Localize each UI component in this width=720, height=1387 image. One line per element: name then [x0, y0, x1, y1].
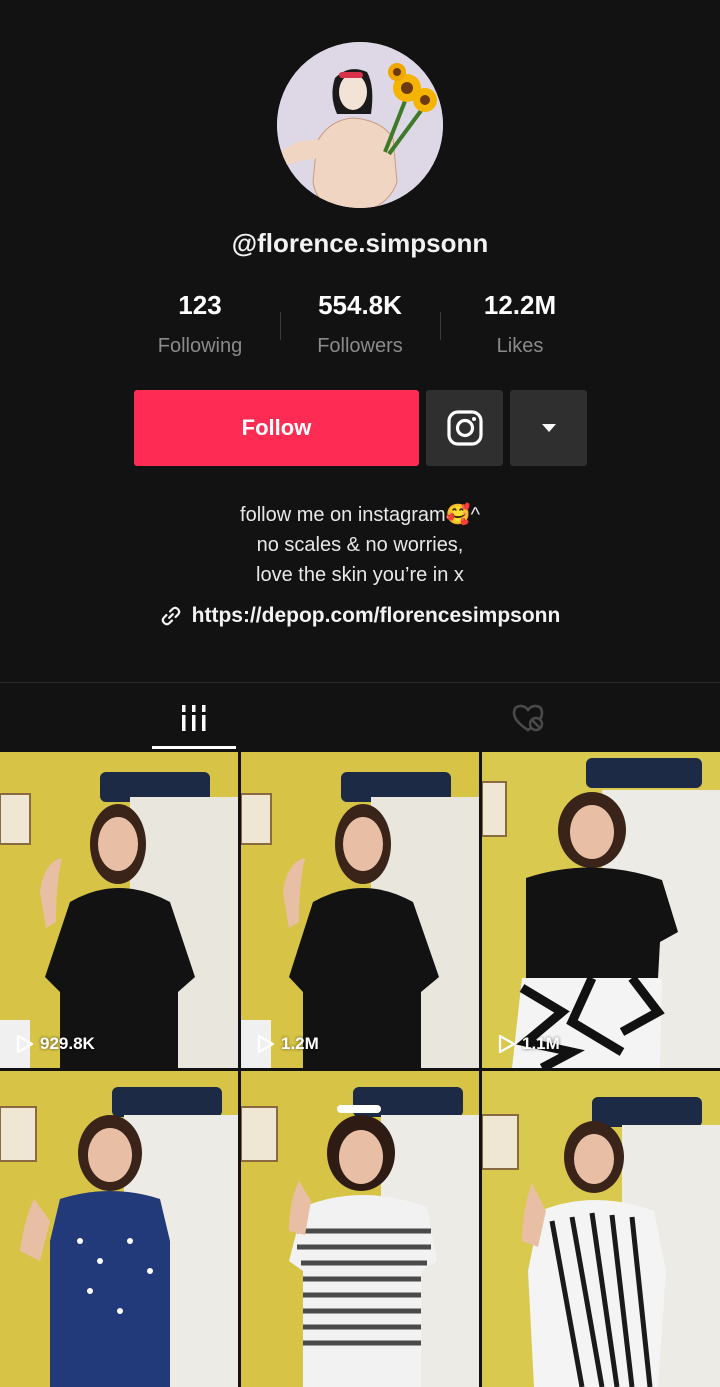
- view-count: 1.2M: [257, 1034, 319, 1054]
- stat-value: 123: [178, 290, 222, 320]
- videos-grid-icon: [182, 705, 206, 731]
- stat-followers[interactable]: 554.8K Followers: [280, 290, 440, 358]
- stat-label: Following: [157, 335, 243, 357]
- link-icon: [161, 606, 180, 626]
- video-thumbnail[interactable]: [241, 1071, 479, 1387]
- follow-button[interactable]: Follow: [134, 390, 419, 466]
- video-thumbnail[interactable]: [0, 1071, 238, 1387]
- stat-value: 12.2M: [483, 290, 557, 320]
- video-preview-image: [482, 1071, 720, 1387]
- bio-line: follow me on instagram🥰^: [240, 504, 480, 526]
- bio-line: no scales & no worries,: [256, 534, 464, 556]
- profile-bio: follow me on instagram🥰^ no scales & no …: [0, 500, 720, 590]
- view-count-text: 929.8K: [40, 1034, 95, 1053]
- profile-avatar[interactable]: [277, 42, 443, 208]
- play-icon: [257, 1034, 275, 1054]
- stat-value: 554.8K: [318, 290, 402, 320]
- video-preview-image: [482, 752, 720, 1068]
- video-thumbnail[interactable]: [482, 1071, 720, 1387]
- play-icon: [16, 1034, 34, 1054]
- stat-following[interactable]: 123 Following: [120, 290, 280, 358]
- stat-label: Followers: [317, 335, 403, 357]
- video-thumbnail[interactable]: 929.8K: [0, 752, 238, 1068]
- tab-videos[interactable]: [152, 690, 236, 746]
- caret-down-icon: [541, 424, 556, 432]
- profile-stats: 123 Following 554.8K Followers 12.2M Lik…: [120, 290, 600, 370]
- avatar-illustration: [277, 42, 443, 208]
- video-preview-image: [0, 1071, 238, 1387]
- active-tab-indicator: [152, 746, 236, 749]
- instagram-button[interactable]: [426, 390, 503, 466]
- video-preview-image: [241, 1071, 479, 1387]
- instagram-icon: [446, 410, 483, 446]
- view-count-text: 1.1M: [522, 1034, 560, 1053]
- tab-liked[interactable]: [486, 690, 570, 746]
- section-divider: [0, 682, 720, 683]
- play-icon: [498, 1034, 516, 1054]
- view-count: 929.8K: [16, 1034, 95, 1054]
- video-thumbnail[interactable]: 1.1M: [482, 752, 720, 1068]
- video-thumbnail[interactable]: 1.2M: [241, 752, 479, 1068]
- stat-likes[interactable]: 12.2M Likes: [440, 290, 600, 358]
- more-options-button[interactable]: [510, 390, 587, 466]
- view-count-text: 1.2M: [281, 1034, 319, 1053]
- bio-link[interactable]: https://depop.com/florencesimpsonn: [0, 604, 720, 628]
- video-preview-image: [241, 752, 479, 1068]
- stat-label: Likes: [496, 335, 544, 357]
- profile-username: @florence.simpsonn: [231, 228, 489, 258]
- video-preview-image: [0, 752, 238, 1068]
- bio-line: love the skin you’re in x: [256, 564, 464, 586]
- view-count: 1.1M: [498, 1034, 560, 1054]
- liked-hidden-icon: [512, 704, 544, 732]
- link-url: https://depop.com/florencesimpsonn: [191, 604, 561, 627]
